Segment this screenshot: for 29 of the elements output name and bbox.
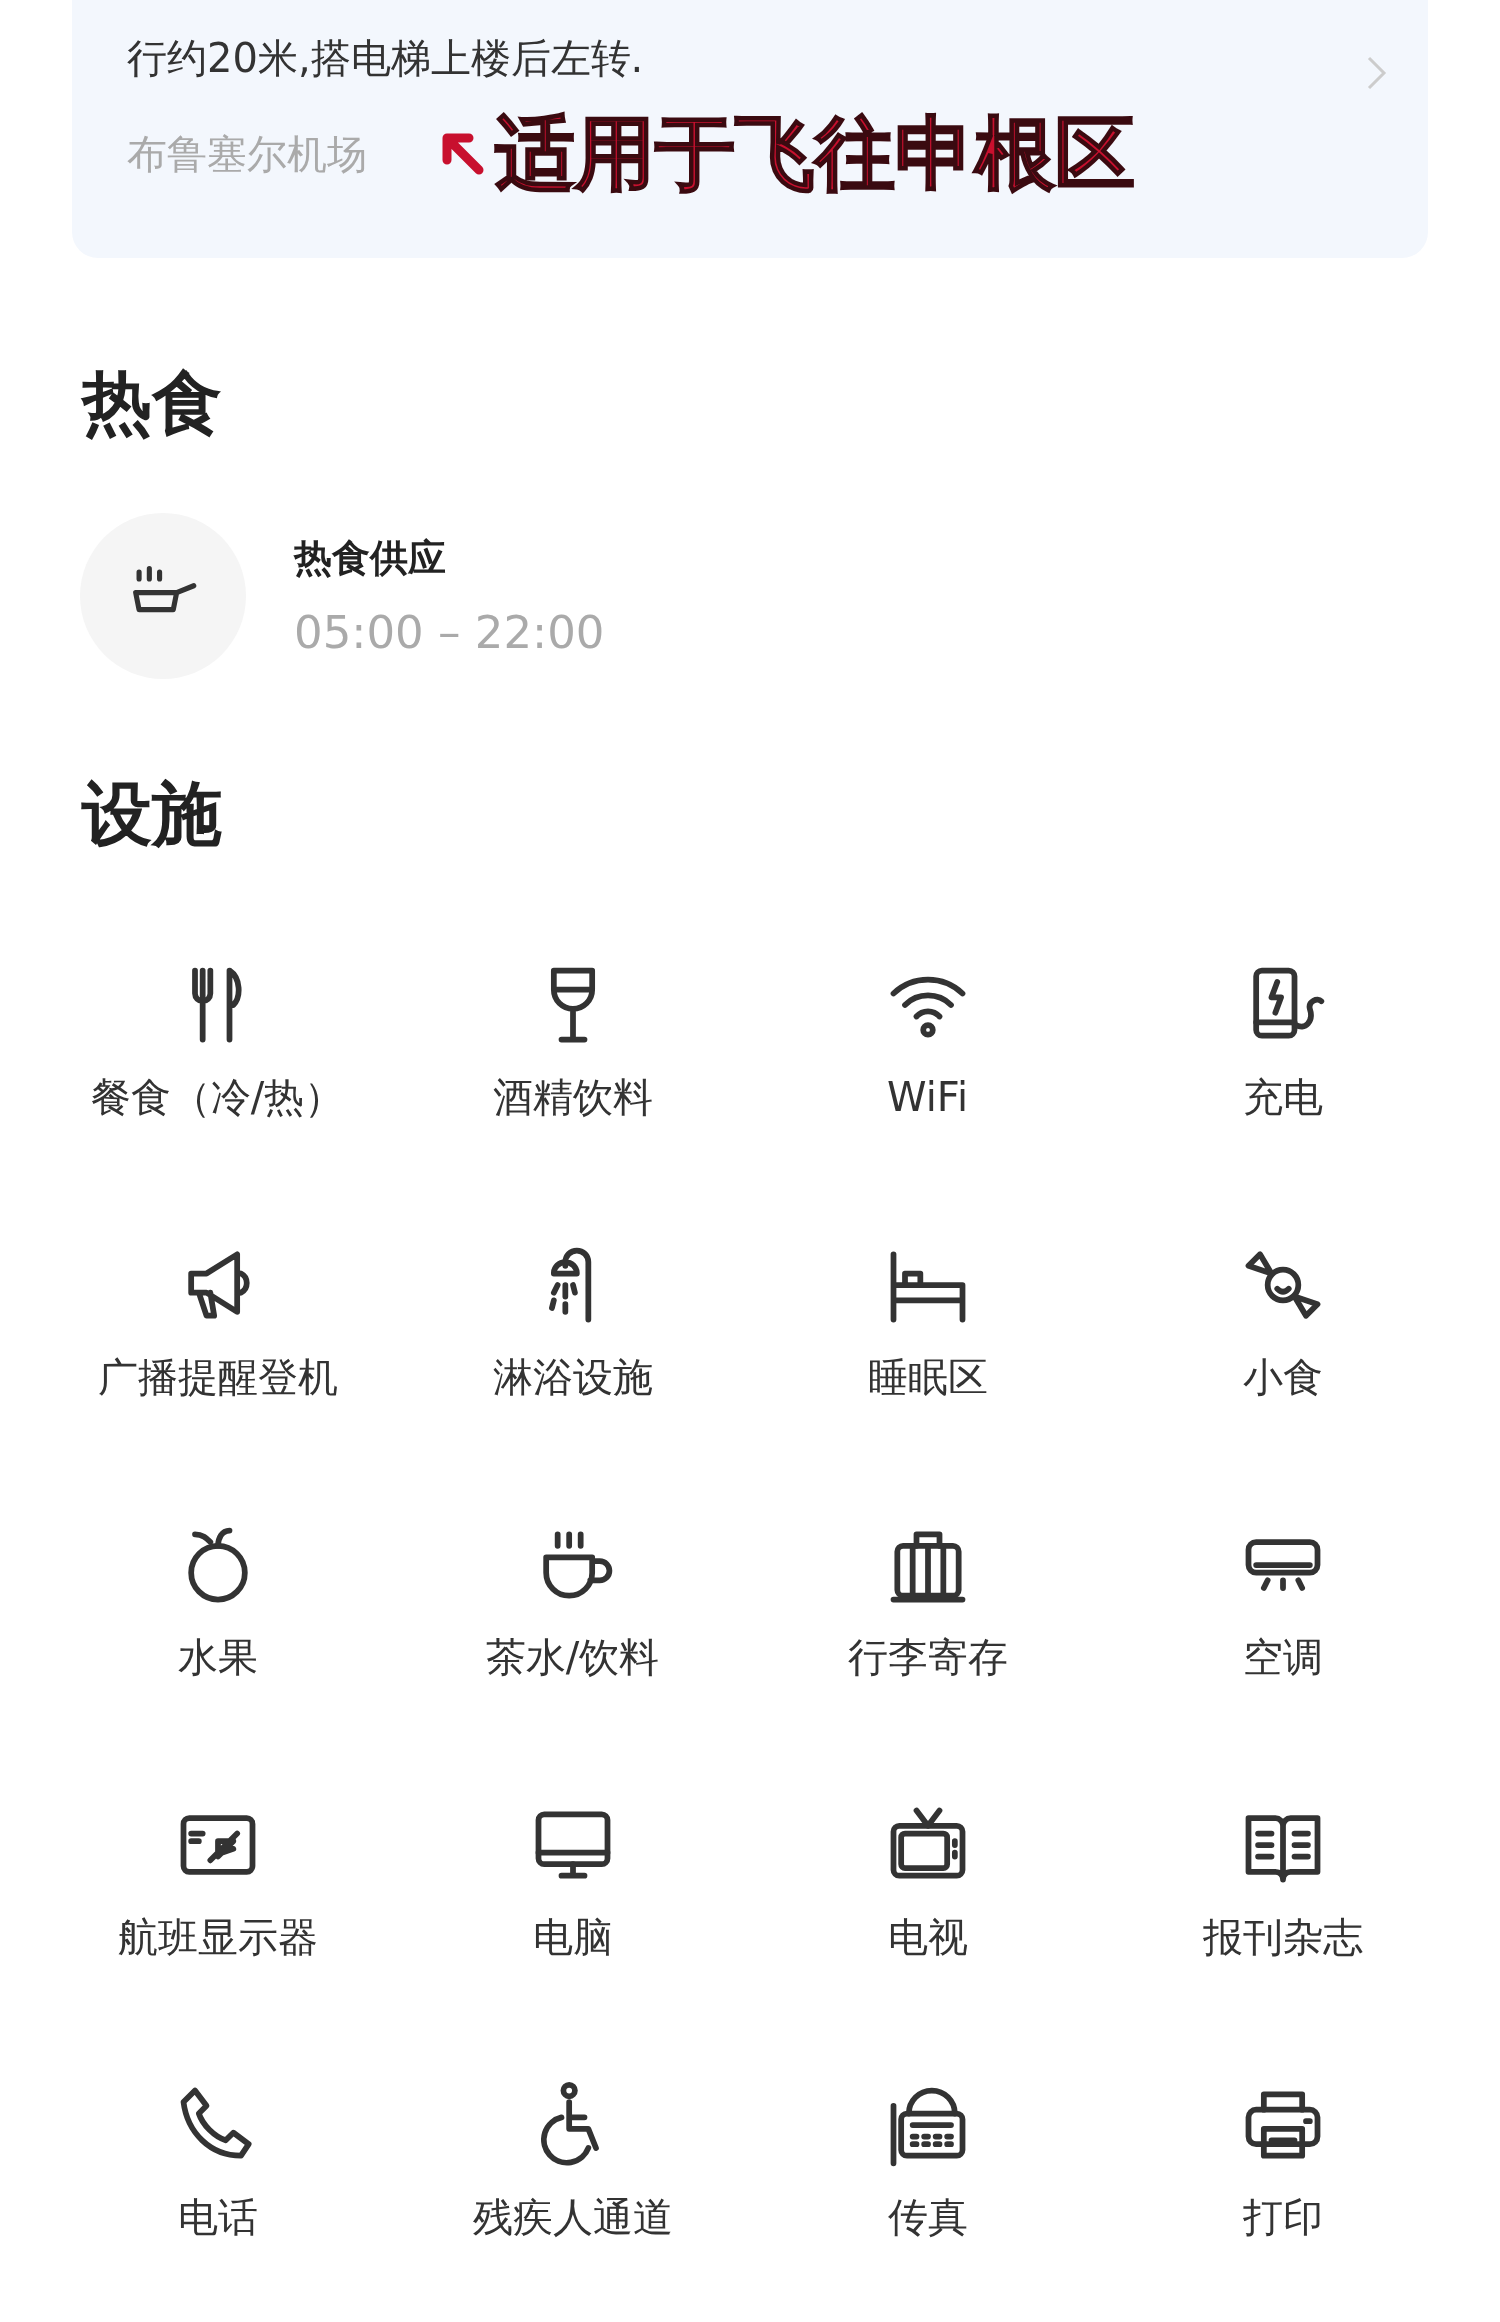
hot-food-title: 热食供应 bbox=[294, 535, 447, 582]
facility-label: 茶水/饮料 bbox=[485, 1633, 660, 1681]
facility-label: 传真 bbox=[887, 2193, 968, 2241]
facility-label: 水果 bbox=[177, 1633, 258, 1681]
direction-text: 行约20米,搭电梯上楼后左转. bbox=[127, 34, 645, 83]
facility-label: 打印 bbox=[1242, 2193, 1323, 2241]
facility-label: 睡眠区 bbox=[867, 1353, 988, 1401]
facility-label: 淋浴设施 bbox=[492, 1353, 653, 1401]
facility-label: 充电 bbox=[1242, 1073, 1323, 1121]
hours-text: 05:00 – 22:00 bbox=[294, 606, 605, 659]
section-heading: 设施 bbox=[80, 779, 223, 849]
facility-label: 空调 bbox=[1242, 1633, 1323, 1681]
annotation-text: 适用于飞往申根区 bbox=[495, 114, 1135, 194]
facility-label: WiFi bbox=[887, 1073, 968, 1121]
route-card[interactable]: 行约20米,搭电梯上楼后左转. 布鲁塞尔机场 适用于飞往申根区 bbox=[72, 0, 1428, 258]
airport-name: 布鲁塞尔机场 bbox=[127, 129, 367, 179]
chevron-icon bbox=[1366, 55, 1388, 91]
facility-label: 报刊杂志 bbox=[1202, 1913, 1363, 1961]
facility-label: 电脑 bbox=[532, 1913, 613, 1961]
facility-label: 小食 bbox=[1242, 1353, 1323, 1401]
facility-label: 电视 bbox=[887, 1913, 968, 1961]
facility-label: 航班显示器 bbox=[117, 1913, 318, 1961]
facility-label: 广播提醒登机 bbox=[97, 1353, 338, 1401]
facility-label: 酒精饮料 bbox=[492, 1073, 653, 1121]
section-heading: 热食 bbox=[80, 368, 223, 438]
facility-label: 餐食（冷/热） bbox=[90, 1073, 345, 1121]
facility-label: 电话 bbox=[177, 2193, 258, 2241]
facility-label: 残疾人通道 bbox=[472, 2193, 673, 2241]
facility-label: 行李寄存 bbox=[847, 1633, 1008, 1681]
